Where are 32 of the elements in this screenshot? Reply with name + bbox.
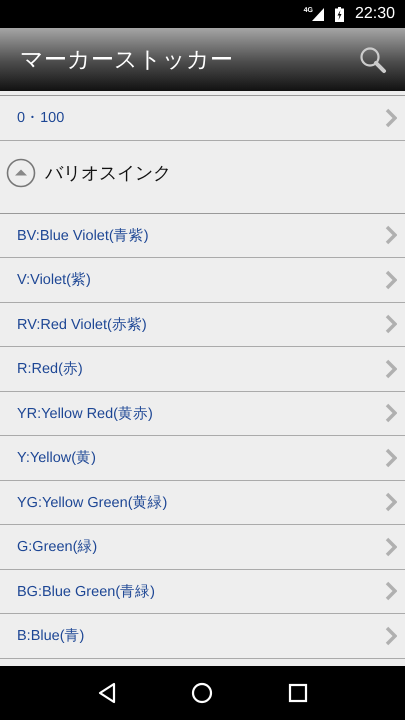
list-item[interactable]: YG:Yellow Green(黄緑) [0,480,405,525]
list-item[interactable]: R:Red(赤) [0,347,405,392]
list-item[interactable]: G:Green(緑) [0,525,405,570]
chevron-icon [385,358,397,379]
recents-icon[interactable] [288,683,308,703]
list-item[interactable]: Y:Yellow(黄) [0,436,405,480]
list-item[interactable]: BV:Blue Violet(青紫) [0,214,405,258]
home-icon[interactable] [191,682,214,704]
signal-icon [312,8,324,20]
chevron-icon [385,403,397,424]
app-title: マーカーストッカー [20,46,233,75]
list-item[interactable]: YR:Yellow Red(黄赤) [0,392,405,436]
chevron-icon [385,536,397,557]
clock: 22:30 [354,5,395,23]
chevron-icon [385,108,397,128]
chevron-icon [385,314,397,334]
list-item[interactable]: B:Blue(青) [0,614,405,658]
list-item[interactable]: BG:Blue Green(青緑) [0,570,405,614]
chevron-icon [385,448,397,468]
chevron-icon [385,492,397,512]
chevron-icon [385,225,397,246]
search-icon[interactable] [359,46,387,74]
list-item[interactable]: RV:Red Violet(赤紫) [0,302,405,347]
list-item[interactable]: V:Violet(紫) [0,258,405,302]
back-icon[interactable] [97,682,118,704]
group-header[interactable]: バリオスインク [0,140,405,214]
battery-charging-icon [334,6,344,22]
chevron-icon [385,270,397,290]
list-item[interactable]: 0・100 [0,96,405,140]
chevron-icon [385,581,397,602]
collapse-icon [6,158,36,188]
chevron-icon [385,626,397,646]
